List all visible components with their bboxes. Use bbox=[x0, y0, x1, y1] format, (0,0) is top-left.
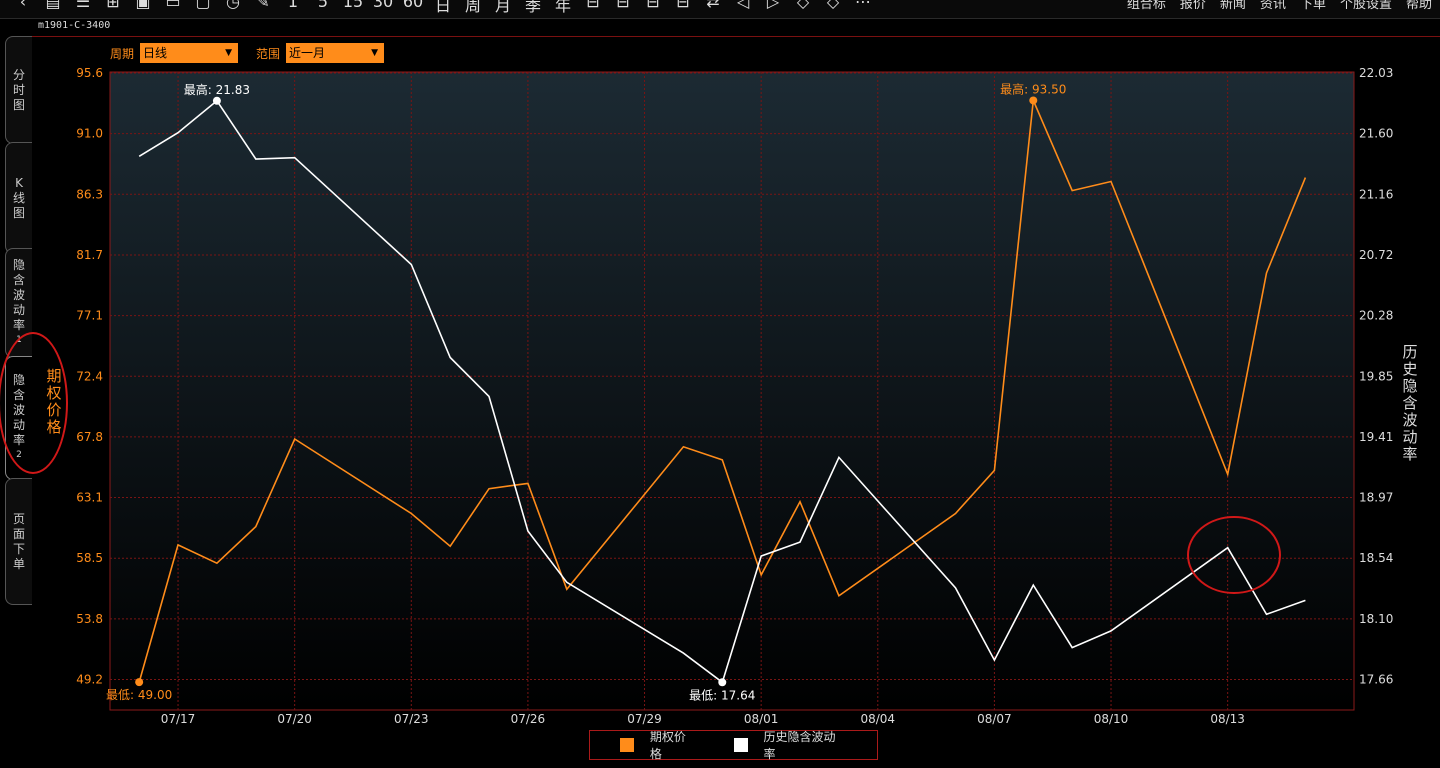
period-value: 日线 bbox=[143, 46, 168, 60]
y-left-tick-label: 53.8 bbox=[76, 612, 103, 626]
y-right-tick-label: 22.03 bbox=[1359, 66, 1393, 80]
y-right-tick-label: 18.10 bbox=[1359, 612, 1393, 626]
y-right-tick-label: 18.54 bbox=[1359, 551, 1393, 565]
x-tick-label: 07/17 bbox=[161, 712, 196, 726]
legend-swatch-price bbox=[620, 738, 634, 752]
annotation-point bbox=[212, 96, 221, 105]
y-right-tick-label: 20.72 bbox=[1359, 248, 1393, 262]
annotation-point bbox=[1029, 96, 1038, 105]
selector-row: 周期 日线 ▼ 范围 近一月 ▼ bbox=[110, 42, 385, 64]
y-right-tick-label: 19.41 bbox=[1359, 430, 1393, 444]
legend-item-price: 期权价格 bbox=[620, 728, 698, 762]
x-tick-label: 08/10 bbox=[1094, 712, 1129, 726]
chart-svg: 95.6 22.03 91.0 21.60 86.3 21.16 81.7 20.72 77.1… bbox=[46, 66, 1417, 726]
y-right-axis-label: 隐 bbox=[1402, 377, 1417, 395]
legend-item-iv: 历史隐含波动率 bbox=[733, 728, 847, 762]
range-value: 近一月 bbox=[289, 46, 326, 60]
chevron-down-icon: ▼ bbox=[371, 48, 379, 58]
y-right-tick-label: 21.16 bbox=[1359, 187, 1393, 201]
x-tick-label: 07/23 bbox=[394, 712, 429, 726]
y-left-tick-label: 77.1 bbox=[76, 309, 103, 323]
legend-label-price: 期权价格 bbox=[649, 730, 686, 761]
y-right-tick-label: 18.97 bbox=[1359, 491, 1393, 505]
plot-area bbox=[109, 71, 1355, 711]
y-right-axis-label: 历 bbox=[1402, 343, 1417, 361]
y-left-axis-label: 权 bbox=[46, 384, 61, 402]
y-left-axis-label: 期 bbox=[46, 367, 61, 385]
annotation-point bbox=[718, 678, 727, 687]
y-left-tick-label: 72.4 bbox=[76, 369, 103, 383]
y-right-tick-label: 19.85 bbox=[1359, 369, 1393, 383]
x-tick-label: 07/20 bbox=[277, 712, 312, 726]
y-right-axis-label: 动 bbox=[1402, 428, 1417, 446]
y-left-axis-label: 价 bbox=[46, 401, 61, 419]
x-tick-label: 08/04 bbox=[860, 712, 895, 726]
x-tick-label: 08/07 bbox=[977, 712, 1012, 726]
x-tick-label: 08/01 bbox=[744, 712, 779, 726]
y-left-tick-label: 58.5 bbox=[76, 551, 103, 565]
y-right-axis-label: 含 bbox=[1402, 394, 1417, 412]
y-right-tick-label: 20.28 bbox=[1359, 309, 1393, 323]
period-select[interactable]: 日线 ▼ bbox=[140, 43, 239, 63]
range-label: 范围 bbox=[256, 46, 281, 61]
y-left-tick-label: 91.0 bbox=[76, 127, 103, 141]
y-left-tick-label: 86.3 bbox=[76, 187, 103, 201]
y-left-tick-label: 67.8 bbox=[76, 430, 103, 444]
y-left-axis-label: 格 bbox=[46, 418, 61, 436]
x-tick-label: 07/29 bbox=[627, 712, 662, 726]
annotation-point bbox=[135, 678, 144, 687]
x-tick-label: 07/26 bbox=[511, 712, 546, 726]
x-tick-label: 08/13 bbox=[1210, 712, 1245, 726]
range-select[interactable]: 近一月 ▼ bbox=[286, 43, 385, 63]
y-left-tick-label: 49.2 bbox=[76, 673, 103, 687]
y-left-tick-label: 63.1 bbox=[76, 491, 103, 505]
chart-legend: 期权价格 历史隐含波动率 bbox=[589, 728, 878, 762]
annotation-label: 最高: 93.50 bbox=[1000, 81, 1066, 96]
legend-swatch-iv bbox=[733, 738, 748, 752]
y-right-tick-label: 21.60 bbox=[1359, 127, 1393, 141]
y-left-tick-label: 95.6 bbox=[76, 66, 103, 80]
chevron-down-icon: ▼ bbox=[225, 48, 233, 58]
annotation-label: 最高: 21.83 bbox=[184, 82, 250, 97]
y-right-tick-label: 17.66 bbox=[1359, 673, 1393, 687]
period-label: 周期 bbox=[110, 46, 135, 61]
legend-label-iv: 历史隐含波动率 bbox=[763, 730, 836, 761]
annotation-label: 最低: 17.64 bbox=[689, 688, 755, 702]
y-right-axis-label: 波 bbox=[1402, 411, 1417, 429]
y-left-tick-label: 81.7 bbox=[76, 248, 103, 262]
annotation-label: 最低: 49.00 bbox=[106, 688, 172, 702]
y-right-axis-label: 史 bbox=[1402, 360, 1417, 378]
y-right-axis-label: 率 bbox=[1402, 445, 1417, 463]
